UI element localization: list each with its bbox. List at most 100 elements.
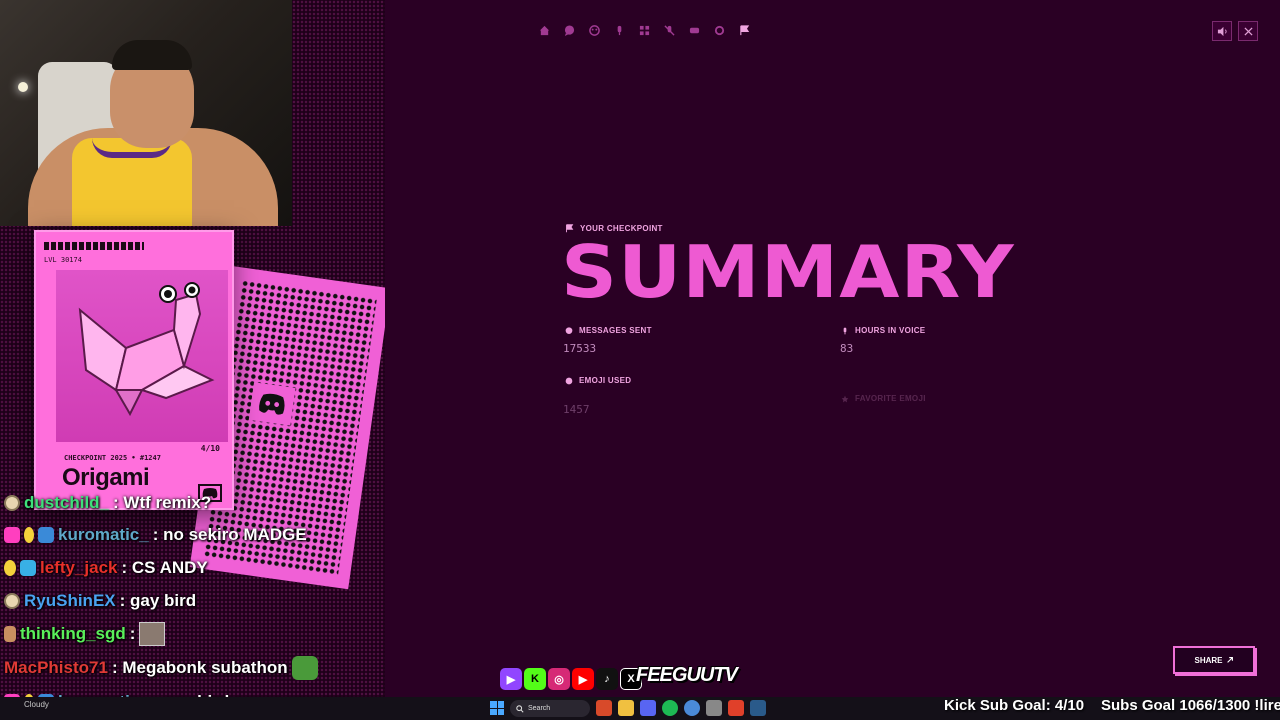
webcam-feed (0, 0, 292, 226)
chat-username: lefty_jack (40, 558, 118, 577)
home-icon[interactable] (539, 24, 550, 36)
share-label: SHARE (1194, 655, 1223, 665)
stat-label-text: HOURS IN VOICE (855, 326, 926, 335)
emoji-icon (565, 377, 573, 384)
app-icon[interactable] (706, 700, 722, 716)
search-placeholder: Search (528, 705, 551, 712)
webcam-streamer-hair (112, 40, 192, 70)
hours-in-voice-label: HOURS IN VOICE (841, 326, 925, 335)
chat-text: : no sekiro MADGE (152, 525, 307, 544)
subs-goal: Subs Goal 1066/1300 !lire (1101, 697, 1280, 714)
windows-start-icon[interactable] (490, 701, 504, 715)
origami-bird-icon (78, 282, 215, 417)
spotify-icon[interactable] (662, 700, 678, 716)
search-icon (516, 704, 524, 713)
hours-in-voice-value: 83 (840, 342, 854, 355)
trophy-badge-icon (4, 626, 16, 642)
flag-icon[interactable] (739, 24, 750, 36)
heart-badge-icon (4, 527, 20, 543)
apps-icon[interactable] (639, 24, 650, 36)
card-level: LVL 30174 (44, 256, 82, 264)
stat-label-text: MESSAGES SENT (579, 326, 652, 335)
card-meta: CHECKPOINT 2025 • #1247 (64, 454, 161, 462)
instagram-icon: ◎ (548, 668, 570, 690)
bulb-badge-icon (4, 560, 16, 576)
messages-sent-value: 17533 (563, 342, 597, 355)
windows-taskbar: Cloudy Search (0, 697, 1280, 720)
external-link-icon (1226, 657, 1233, 663)
bulb-badge-icon (24, 527, 34, 543)
stream-overlay-panel: LVL 30174 4/10 CHECKPOINT 2025 • #1247 O… (0, 0, 391, 720)
badge-icon (4, 495, 20, 511)
weather-widget[interactable]: Cloudy (24, 700, 49, 709)
chat-message: dustchild_ : Wtf remix? (4, 490, 211, 516)
gamepad-icon[interactable] (689, 24, 700, 36)
close-icon (1243, 26, 1253, 36)
chat-text: : Wtf remix? (113, 493, 212, 512)
chat-username: dustchild_ (24, 493, 110, 512)
chat-message: MacPhisto71 : Megabonk subathon (4, 655, 318, 681)
origami-bird-art (56, 270, 228, 442)
emoji-used-value: 1457 (563, 403, 590, 416)
emoji-icon[interactable] (589, 24, 600, 36)
discord-logo-icon (248, 382, 296, 426)
card-name: Origami (62, 464, 150, 491)
twitch-icon: ▶ (500, 668, 522, 690)
steam-icon[interactable] (750, 700, 766, 716)
badge-icon (4, 593, 20, 609)
chat-username: thinking_sgd (20, 624, 126, 643)
chat-message: RyuShinEX : gay bird (4, 588, 196, 614)
pepe-emote-icon (291, 656, 318, 680)
gear-icon[interactable] (714, 24, 725, 36)
checkpoint-summary-page: YOUR CHECKPOINT SUMMARY MESSAGES SENT 17… (385, 0, 1280, 720)
browser-icon[interactable] (684, 700, 700, 716)
chat-username: MacPhisto71 (4, 658, 108, 677)
social-links-overlay: ▶ K ◎ ▶ ♪ X (500, 668, 642, 690)
checkpoint-nav (539, 24, 750, 36)
emoji-used-label: EMOJI USED (565, 376, 631, 385)
kick-icon: K (524, 668, 546, 690)
volume-button[interactable] (1212, 21, 1232, 41)
sub-badge-icon (20, 560, 36, 576)
mute-icon[interactable] (664, 24, 675, 36)
discord-icon[interactable] (640, 700, 656, 716)
chat-text: : Megabonk subathon (111, 658, 288, 677)
chat-username: kuromatic_ (58, 525, 149, 544)
gift-badge-icon (38, 527, 54, 543)
card-count: 4/10 (200, 444, 220, 453)
messages-sent-label: MESSAGES SENT (565, 326, 652, 335)
chat-message: lefty_jack : CS ANDY (4, 555, 208, 581)
mic-icon[interactable] (614, 24, 625, 36)
chat-message: thinking_sgd : (4, 621, 166, 647)
app-icon[interactable] (596, 700, 612, 716)
stat-label-text: FAVORITE EMOJI (855, 394, 926, 403)
kick-sub-goal: Kick Sub Goal: 4/10 (944, 697, 1085, 714)
chat-icon (565, 326, 573, 334)
speaker-icon (1217, 26, 1227, 36)
favorite-emoji-label: FAVORITE EMOJI (841, 394, 926, 403)
chat-message: kuromatic_ : no sekiro MADGE (4, 522, 307, 548)
stat-label-text: EMOJI USED (579, 376, 632, 385)
star-icon (841, 395, 849, 402)
taskbar-apps (596, 700, 766, 716)
chat-username: RyuShinEX (24, 591, 116, 610)
brave-icon[interactable] (728, 700, 744, 716)
youtube-icon: ▶ (572, 668, 594, 690)
window-controls (1212, 21, 1258, 41)
page-title: SUMMARY (561, 230, 1015, 314)
chat-text: : (129, 624, 136, 643)
card-level-bars (44, 242, 144, 250)
webcam-lamp (18, 82, 28, 92)
close-button[interactable] (1238, 21, 1258, 41)
tiktok-icon: ♪ (596, 668, 618, 690)
emote-image (139, 622, 166, 646)
chat-text: : CS ANDY (121, 558, 208, 577)
mic-icon (843, 327, 847, 334)
taskbar-search[interactable]: Search (510, 700, 590, 717)
folder-icon[interactable] (618, 700, 634, 716)
chat-text: : gay bird (119, 591, 197, 610)
share-button[interactable]: SHARE (1173, 646, 1255, 674)
checkpoint-card: LVL 30174 4/10 CHECKPOINT 2025 • #1247 O… (34, 230, 234, 510)
channel-brand-logo: FEEGUUTV (636, 664, 738, 686)
chat-icon[interactable] (564, 24, 575, 36)
